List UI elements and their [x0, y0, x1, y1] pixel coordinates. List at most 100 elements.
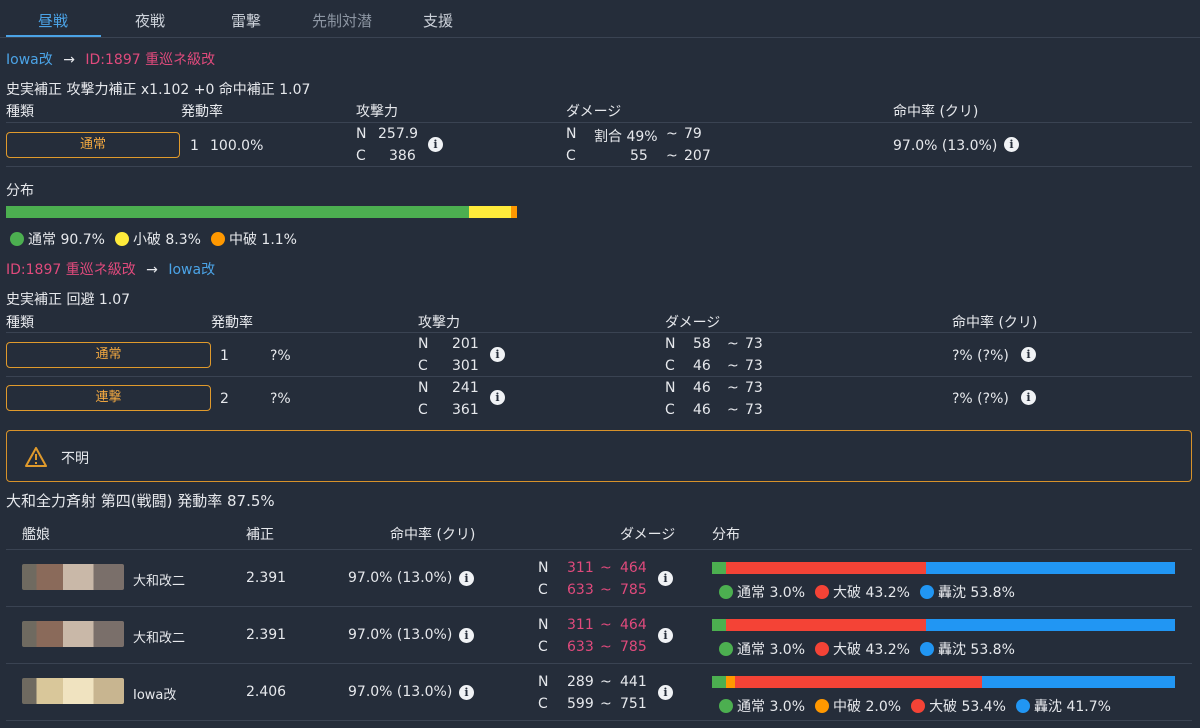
- legend-label: 小破 8.3%: [132, 232, 201, 248]
- damage-c-min: 599: [567, 696, 594, 712]
- legend-dot-icon: [10, 232, 24, 246]
- tab-night-battle[interactable]: 夜戦: [135, 10, 165, 31]
- legend-item: 通常 90.7%: [10, 232, 105, 248]
- attack-type-button[interactable]: 通常: [6, 132, 180, 158]
- legend-label: 通常 3.0%: [737, 585, 806, 601]
- legend-item: 轟沈 41.7%: [1016, 699, 1111, 715]
- legend-label: 通常 3.0%: [737, 642, 806, 658]
- power-n: 201: [452, 336, 479, 352]
- damage-n-tilde: ~: [600, 617, 612, 633]
- attack-type-button[interactable]: 連撃: [6, 385, 211, 411]
- info-icon[interactable]: i: [459, 685, 474, 700]
- divider: [6, 166, 1192, 167]
- info-icon[interactable]: i: [490, 347, 505, 362]
- damage-n: 割合 49%: [594, 129, 658, 145]
- attack-count: 1: [220, 348, 229, 364]
- hit-rate: ?% (?%): [952, 348, 1009, 364]
- power-n: 241: [452, 380, 479, 396]
- info-icon[interactable]: i: [1021, 390, 1036, 405]
- tab-support[interactable]: 支援: [423, 10, 453, 31]
- info-icon[interactable]: i: [459, 628, 474, 643]
- distribution-bar: [712, 619, 1175, 631]
- hit-rate: 97.0% (13.0%): [348, 684, 453, 700]
- distribution-legend: 通常 3.0% 中破 2.0% 大破 53.4% 轟沈 41.7%: [719, 696, 1121, 716]
- divider: [6, 332, 1192, 333]
- distribution-segment: [925, 562, 1175, 574]
- legend-label: 轟沈 53.8%: [937, 642, 1015, 658]
- info-icon[interactable]: i: [658, 685, 673, 700]
- header-kind: 種類: [6, 315, 34, 331]
- damage-n-max: 73: [745, 336, 763, 352]
- special-attack-title: 大和全力斉射 第四(戦闘) 発動率 87.5%: [6, 492, 275, 510]
- tab-opening-asw[interactable]: 先制対潜: [312, 10, 372, 31]
- distribution-segment: [712, 619, 726, 631]
- legend-label: 轟沈 53.8%: [937, 585, 1015, 601]
- damage-c-max: 751: [620, 696, 647, 712]
- legend-item: 大破 43.2%: [815, 642, 910, 658]
- legend-label: 大破 43.2%: [833, 642, 910, 658]
- legend-item: 轟沈 53.8%: [919, 585, 1015, 601]
- tab-bar: 昼戦 夜戦 雷撃 先制対潜 支援: [0, 0, 1200, 38]
- damage-c-tilde: ~: [727, 402, 739, 418]
- header-dist: 分布: [712, 527, 740, 543]
- defender-name[interactable]: Iowa改: [168, 262, 215, 278]
- legend-dot-icon: [919, 642, 934, 656]
- damage-n-min: 289: [567, 674, 594, 690]
- info-icon[interactable]: i: [428, 137, 443, 152]
- tab-day-battle[interactable]: 昼戦: [38, 10, 68, 31]
- damage-n-max: 464: [620, 617, 647, 633]
- info-icon[interactable]: i: [658, 571, 673, 586]
- distribution-segment: [925, 619, 1175, 631]
- legend-item: 通常 3.0%: [719, 585, 805, 601]
- legend-item: 通常 3.0%: [719, 642, 805, 658]
- ship-name[interactable]: Iowa改: [133, 684, 176, 703]
- info-icon[interactable]: i: [1021, 347, 1036, 362]
- warning-text: 不明: [61, 451, 89, 467]
- divider: [6, 549, 1192, 550]
- info-icon[interactable]: i: [658, 628, 673, 643]
- damage-n-max: 79: [684, 126, 702, 142]
- legend-label: 中破 1.1%: [228, 232, 297, 248]
- correction-text: 史実補正 攻撃力補正 x1.102 +0 命中補正 1.07: [6, 82, 311, 98]
- legend-dot-icon: [911, 699, 926, 713]
- attack-type-button[interactable]: 通常: [6, 342, 211, 368]
- header-hit: 命中率 (クリ): [952, 315, 1038, 331]
- ship-name[interactable]: 大和改二: [133, 627, 185, 646]
- tab-torpedo[interactable]: 雷撃: [231, 10, 261, 31]
- info-icon[interactable]: i: [459, 571, 474, 586]
- damage-c-label: C: [566, 148, 576, 164]
- distribution-label: 分布: [6, 183, 34, 199]
- distribution-segment: [511, 206, 517, 218]
- header-hit: 命中率 (クリ): [390, 527, 476, 543]
- power-c: 386: [389, 148, 416, 164]
- damage-c-max: 73: [745, 358, 763, 374]
- attacker-name[interactable]: ID:1897 重巡ネ級改: [6, 262, 136, 278]
- legend-item: 大破 43.2%: [815, 585, 910, 601]
- legend-label: 通常 3.0%: [737, 699, 806, 715]
- legend-dot-icon: [919, 585, 934, 599]
- power-n: 257.9: [378, 126, 419, 142]
- legend-label: 大破 53.4%: [929, 699, 1006, 715]
- attack-direction-2: ID:1897 重巡ネ級改 → Iowa改: [6, 259, 215, 279]
- legend-label: 轟沈 41.7%: [1034, 699, 1111, 715]
- modifier: 2.391: [246, 627, 287, 643]
- distribution-bar: [6, 206, 517, 218]
- distribution-legend: 通常 90.7% 小破 8.3% 中破 1.1%: [10, 229, 307, 249]
- attack-rate: 100.0%: [210, 138, 264, 154]
- attack-direction-1: Iowa改 → ID:1897 重巡ネ級改: [6, 49, 215, 69]
- modifier: 2.406: [246, 684, 287, 700]
- power-n-label: N: [418, 336, 429, 352]
- info-icon[interactable]: i: [1004, 137, 1019, 152]
- defender-name[interactable]: ID:1897 重巡ネ級改: [85, 52, 215, 68]
- legend-dot-icon: [815, 642, 830, 656]
- info-icon[interactable]: i: [490, 390, 505, 405]
- attacker-name[interactable]: Iowa改: [6, 52, 53, 68]
- hit-rate: 97.0% (13.0%): [348, 627, 453, 643]
- legend-item: 轟沈 53.8%: [919, 642, 1015, 658]
- header-damage: ダメージ: [620, 527, 676, 543]
- warning-box: 不明: [6, 430, 1192, 482]
- damage-n-label: N: [566, 126, 577, 142]
- ship-name[interactable]: 大和改二: [133, 570, 185, 589]
- legend-label: 通常 90.7%: [28, 232, 105, 248]
- damage-n-tilde: ~: [666, 126, 678, 142]
